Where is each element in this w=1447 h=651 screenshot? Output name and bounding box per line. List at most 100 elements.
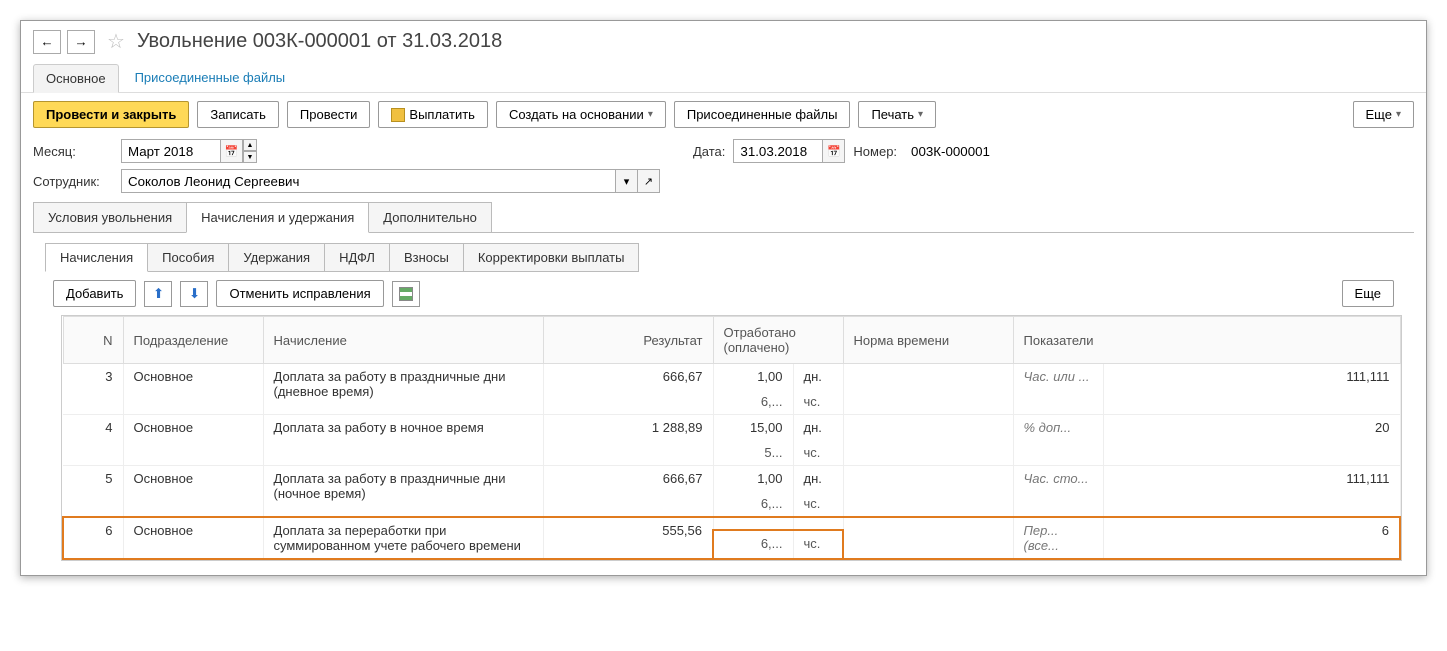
col-worked[interactable]: Отработано (оплачено) bbox=[713, 317, 843, 364]
employee-input[interactable] bbox=[121, 169, 616, 193]
cell-accrual: Доплата за работу в праздничные дни (дне… bbox=[263, 364, 543, 415]
table-settings-icon[interactable] bbox=[392, 281, 420, 307]
forward-button[interactable]: → bbox=[67, 30, 95, 54]
col-n[interactable]: N bbox=[63, 317, 123, 364]
col-dept[interactable]: Подразделение bbox=[123, 317, 263, 364]
table-more-button[interactable]: Еще bbox=[1342, 280, 1394, 307]
col-norm[interactable]: Норма времени bbox=[843, 317, 1013, 364]
subtab-benefits[interactable]: Пособия bbox=[147, 243, 229, 272]
cell-ind-val: 111,111 bbox=[1103, 364, 1400, 415]
cell-ind-val: 6 bbox=[1103, 517, 1400, 559]
cell-unit-days: дн. bbox=[793, 466, 843, 492]
tab-accruals[interactable]: Начисления и удержания bbox=[186, 202, 369, 233]
cell-unit-hours: чс. bbox=[793, 389, 843, 415]
month-down[interactable]: ▼ bbox=[243, 151, 257, 163]
sub-tabs: Начисления Пособия Удержания НДФЛ Взносы… bbox=[21, 233, 1426, 272]
cell-norm bbox=[843, 364, 1013, 415]
employee-open-icon[interactable]: ↗ bbox=[638, 169, 660, 193]
subtab-corrections[interactable]: Корректировки выплаты bbox=[463, 243, 640, 272]
pay-button[interactable]: Выплатить bbox=[378, 101, 488, 128]
cell-worked-days: 1,00 bbox=[713, 466, 793, 492]
header-bar: ← → ☆ Увольнение 003К-000001 от 31.03.20… bbox=[21, 21, 1426, 62]
cell-accrual: Доплата за работу в ночное время bbox=[263, 415, 543, 466]
cell-unit-days: дн. bbox=[793, 364, 843, 390]
back-button[interactable]: ← bbox=[33, 30, 61, 54]
more-button[interactable]: Еще bbox=[1353, 101, 1414, 128]
cell-unit-hours: чс. bbox=[793, 440, 843, 466]
table-row[interactable]: 6ОсновноеДоплата за переработки при сумм… bbox=[63, 517, 1400, 530]
attached-files-button[interactable]: Присоединенные файлы bbox=[674, 101, 851, 128]
subtab-accruals[interactable]: Начисления bbox=[45, 243, 148, 272]
cell-ind-label: % доп... bbox=[1013, 415, 1103, 466]
cell-result: 1 288,89 bbox=[543, 415, 713, 466]
favorite-icon[interactable]: ☆ bbox=[107, 29, 125, 54]
cell-dept: Основное bbox=[123, 364, 263, 415]
cell-ind-label: Пер... (все... bbox=[1013, 517, 1103, 559]
date-calendar-icon[interactable]: 📅 bbox=[823, 139, 845, 163]
cell-ind-label: Час. сто... bbox=[1013, 466, 1103, 518]
table-toolbar: Добавить ⬆ ⬇ Отменить исправления Еще bbox=[21, 272, 1426, 315]
date-label: Дата: bbox=[693, 144, 725, 159]
nav-tab-main[interactable]: Основное bbox=[33, 64, 119, 93]
cell-norm bbox=[843, 466, 1013, 518]
cell-worked-hours: 6,... bbox=[713, 389, 793, 415]
number-input bbox=[905, 139, 1015, 163]
money-icon bbox=[391, 108, 405, 122]
move-down-icon[interactable]: ⬇ bbox=[180, 281, 208, 307]
cell-worked-hours: 5... bbox=[713, 440, 793, 466]
cell-n: 5 bbox=[63, 466, 123, 518]
subtab-deductions[interactable]: Удержания bbox=[228, 243, 325, 272]
table-header-row: N Подразделение Начисление Результат Отр… bbox=[63, 317, 1400, 364]
table-row[interactable]: 3ОсновноеДоплата за работу в праздничные… bbox=[63, 364, 1400, 390]
month-input[interactable] bbox=[121, 139, 221, 163]
month-label: Месяц: bbox=[33, 144, 113, 159]
post-close-button[interactable]: Провести и закрыть bbox=[33, 101, 189, 128]
tab-additional[interactable]: Дополнительно bbox=[368, 202, 492, 233]
form-row-month: Месяц: 📅 ▲ ▼ Дата: 📅 Номер: bbox=[21, 136, 1426, 166]
page-title: Увольнение 003К-000001 от 31.03.2018 bbox=[137, 30, 502, 53]
cell-worked-hours: 6,... bbox=[713, 530, 793, 559]
date-input[interactable] bbox=[733, 139, 823, 163]
document-window: ← → ☆ Увольнение 003К-000001 от 31.03.20… bbox=[20, 20, 1427, 576]
cell-worked-days bbox=[713, 517, 793, 530]
nav-tabs: Основное Присоединенные файлы bbox=[21, 62, 1426, 93]
cell-worked-hours: 6,... bbox=[713, 491, 793, 517]
print-button[interactable]: Печать bbox=[858, 101, 936, 128]
cell-result: 555,56 bbox=[543, 517, 713, 559]
create-based-button[interactable]: Создать на основании bbox=[496, 101, 666, 128]
cell-ind-label: Час. или ... bbox=[1013, 364, 1103, 415]
cell-accrual: Доплата за работу в праздничные дни (ноч… bbox=[263, 466, 543, 518]
save-button[interactable]: Записать bbox=[197, 101, 279, 128]
move-up-icon[interactable]: ⬆ bbox=[144, 281, 172, 307]
employee-select-icon[interactable]: ▾ bbox=[616, 169, 638, 193]
month-up[interactable]: ▲ bbox=[243, 139, 257, 151]
cell-unit-hours: чс. bbox=[793, 530, 843, 559]
table-row[interactable]: 5ОсновноеДоплата за работу в праздничные… bbox=[63, 466, 1400, 492]
cell-n: 4 bbox=[63, 415, 123, 466]
employee-label: Сотрудник: bbox=[33, 174, 113, 189]
cancel-fix-button[interactable]: Отменить исправления bbox=[216, 280, 383, 307]
cell-dept: Основное bbox=[123, 517, 263, 559]
cell-n: 3 bbox=[63, 364, 123, 415]
add-button[interactable]: Добавить bbox=[53, 280, 136, 307]
col-result[interactable]: Результат bbox=[543, 317, 713, 364]
cell-result: 666,67 bbox=[543, 466, 713, 518]
post-button[interactable]: Провести bbox=[287, 101, 371, 128]
col-indicators[interactable]: Показатели bbox=[1013, 317, 1400, 364]
cell-unit-days bbox=[793, 517, 843, 530]
calendar-icon[interactable]: 📅 bbox=[221, 139, 243, 163]
cell-norm bbox=[843, 415, 1013, 466]
tab-conditions[interactable]: Условия увольнения bbox=[33, 202, 187, 233]
subtab-ndfl[interactable]: НДФЛ bbox=[324, 243, 390, 272]
accruals-table: N Подразделение Начисление Результат Отр… bbox=[61, 315, 1402, 561]
table-row[interactable]: 4ОсновноеДоплата за работу в ночное врем… bbox=[63, 415, 1400, 441]
inner-tabs: Условия увольнения Начисления и удержани… bbox=[21, 196, 1426, 233]
col-accrual[interactable]: Начисление bbox=[263, 317, 543, 364]
subtab-contributions[interactable]: Взносы bbox=[389, 243, 464, 272]
toolbar: Провести и закрыть Записать Провести Вып… bbox=[21, 93, 1426, 136]
cell-ind-val: 111,111 bbox=[1103, 466, 1400, 518]
cell-dept: Основное bbox=[123, 415, 263, 466]
cell-n: 6 bbox=[63, 517, 123, 559]
nav-tab-files[interactable]: Присоединенные файлы bbox=[123, 64, 298, 92]
cell-unit-days: дн. bbox=[793, 415, 843, 441]
